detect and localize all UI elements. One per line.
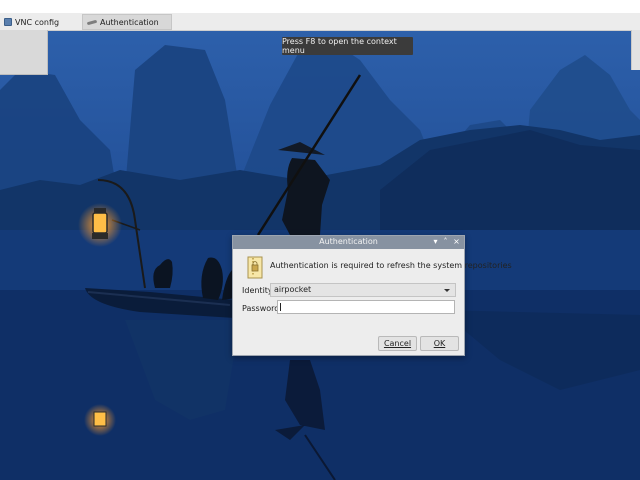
- taskbar-item-authentication[interactable]: Authentication: [82, 14, 172, 30]
- dialog-title: Authentication: [319, 237, 378, 246]
- chevron-down-icon: [444, 289, 450, 292]
- auth-message: Authentication is required to refresh th…: [270, 261, 512, 270]
- vnc-icon: [4, 18, 12, 26]
- identity-select[interactable]: airpocket: [270, 283, 456, 297]
- password-field[interactable]: [277, 300, 455, 314]
- taskbar-item-label: Authentication: [100, 17, 159, 27]
- key-icon: [87, 19, 97, 25]
- cancel-button[interactable]: Cancel: [378, 336, 417, 351]
- close-icon[interactable]: ×: [452, 237, 461, 247]
- authentication-dialog: Authentication ▾ ˄ × Authentication is r…: [232, 235, 512, 356]
- taskbar: VNC config Authentication: [0, 0, 640, 31]
- taskbar-item-label: VNC config: [15, 17, 60, 27]
- maximize-icon[interactable]: ˄: [441, 237, 450, 247]
- dialog-titlebar[interactable]: Authentication ▾ ˄ ×: [233, 236, 464, 249]
- taskbar-item-vnc-config[interactable]: VNC config: [0, 14, 78, 30]
- ok-button[interactable]: OK: [420, 336, 459, 351]
- taskbar-top-strip: [0, 0, 640, 13]
- scrollbar[interactable]: [631, 30, 640, 70]
- context-menu-hint: Press F8 to open the context menu: [282, 37, 413, 55]
- lock-icon: [247, 256, 263, 279]
- identity-value: airpocket: [274, 285, 312, 294]
- text-cursor: [280, 303, 281, 311]
- menu-panel: [0, 30, 48, 75]
- minimize-icon[interactable]: ▾: [431, 237, 440, 247]
